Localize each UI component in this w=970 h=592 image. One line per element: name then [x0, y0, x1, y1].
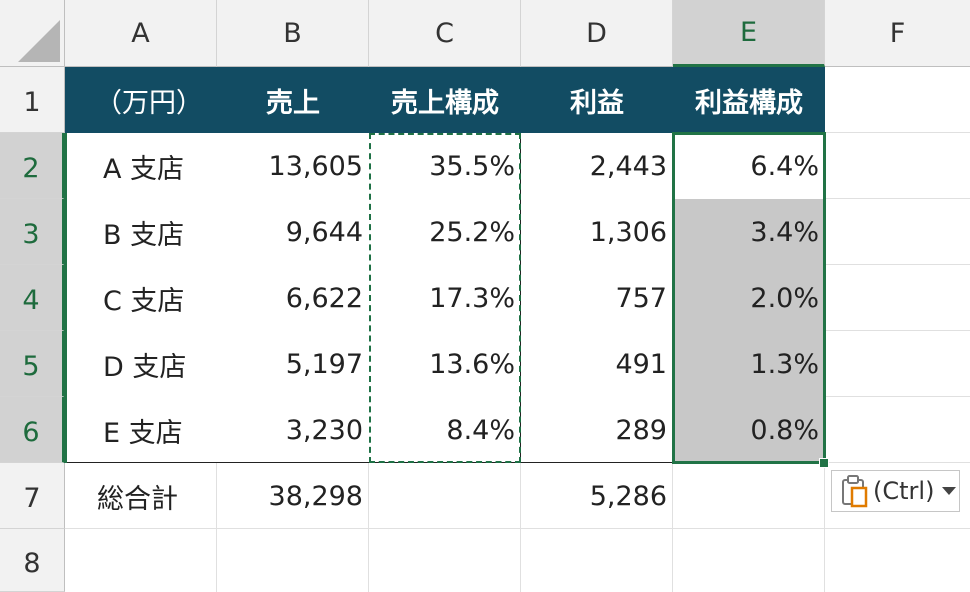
profit-value: 289 [615, 414, 667, 446]
row-header-3[interactable]: 3 [0, 199, 65, 265]
column-header-f-label: F [889, 17, 906, 49]
dropdown-arrow-icon [942, 487, 957, 495]
column-header-e[interactable]: E [673, 0, 825, 67]
paste-options-button[interactable]: (Ctrl) [831, 470, 960, 512]
row-header-3-label: 3 [22, 219, 40, 250]
column-header-a-label: A [131, 17, 150, 49]
row-header-8-label: 8 [23, 547, 41, 579]
column-header-f[interactable]: F [825, 0, 970, 67]
sales-value: 6,622 [285, 282, 363, 314]
row-header-6-label: 6 [22, 417, 40, 448]
sales-ratio-header: 売上構成 [391, 87, 499, 119]
sales-cell[interactable]: 3,230 [217, 397, 369, 463]
cell-d1[interactable]: 利益 [521, 67, 673, 133]
total-label-cell[interactable]: 総合計 [65, 463, 217, 529]
row-header-4-label: 4 [22, 285, 40, 316]
sales-value: 13,605 [268, 150, 363, 182]
row-selection-edge [64, 133, 67, 463]
branch-name-cell[interactable]: A 支店 [65, 133, 217, 199]
row-header-2-label: 2 [22, 153, 40, 184]
total-profit-value: 5,286 [589, 480, 667, 512]
total-label: 総合計 [97, 483, 178, 515]
profit-cell[interactable]: 2,443 [521, 133, 673, 199]
branch-name-cell[interactable]: B 支店 [65, 199, 217, 265]
select-all-triangle-icon [18, 20, 60, 62]
column-header-b[interactable]: B [217, 0, 369, 67]
row-header-7-label: 7 [23, 483, 41, 514]
branch-name: E 支店 [103, 417, 183, 449]
row-header-8[interactable]: 8 [0, 529, 65, 592]
profit-header: 利益 [570, 87, 624, 119]
spreadsheet-grid[interactable]: A B C D E F 1 2 3 4 5 6 7 8 （万円） 売上 売上構成… [0, 0, 970, 592]
column-header-d[interactable]: D [521, 0, 673, 67]
sales-cell[interactable]: 13,605 [217, 133, 369, 199]
profit-value: 2,443 [589, 150, 667, 182]
selection-range [672, 132, 826, 464]
branch-name-cell[interactable]: D 支店 [65, 331, 217, 397]
total-sales-cell[interactable]: 38,298 [217, 463, 369, 529]
profit-value: 757 [615, 282, 667, 314]
branch-name: C 支店 [103, 285, 185, 317]
sales-cell[interactable]: 6,622 [217, 265, 369, 331]
branch-name: B 支店 [103, 219, 185, 251]
total-sales-value: 38,298 [268, 480, 363, 512]
branch-name: A 支店 [103, 153, 185, 185]
profit-cell[interactable]: 1,306 [521, 199, 673, 265]
profit-cell[interactable]: 491 [521, 331, 673, 397]
select-all-corner[interactable] [0, 0, 65, 67]
paste-options-label: (Ctrl) [873, 477, 935, 505]
row-header-4[interactable]: 4 [0, 265, 65, 331]
fill-handle[interactable] [819, 458, 829, 468]
row-header-1-label: 1 [23, 87, 41, 118]
column-header-e-label: E [739, 16, 758, 48]
copy-marquee [369, 133, 521, 463]
profit-cell[interactable]: 289 [521, 397, 673, 463]
clipboard-icon [840, 474, 870, 508]
sales-cell[interactable]: 9,644 [217, 199, 369, 265]
profit-ratio-header: 利益構成 [695, 87, 803, 119]
profit-value: 491 [615, 348, 667, 380]
sales-cell[interactable]: 5,197 [217, 331, 369, 397]
total-profit-cell[interactable]: 5,286 [521, 463, 673, 529]
cell-b1[interactable]: 売上 [217, 67, 369, 133]
profit-value: 1,306 [589, 216, 667, 248]
column-header-b-label: B [283, 17, 302, 49]
cell-a1[interactable]: （万円） [65, 67, 217, 133]
row-header-5-label: 5 [22, 351, 40, 382]
row-header-5[interactable]: 5 [0, 331, 65, 397]
sales-value: 3,230 [285, 414, 363, 446]
sales-value: 5,197 [285, 348, 363, 380]
column-header-c[interactable]: C [369, 0, 521, 67]
profit-cell[interactable]: 757 [521, 265, 673, 331]
cell-e1[interactable]: 利益構成 [673, 67, 825, 133]
row-header-2[interactable]: 2 [0, 133, 65, 199]
row-header-7[interactable]: 7 [0, 463, 65, 529]
row-header-6[interactable]: 6 [0, 397, 65, 463]
column-header-c-label: C [435, 17, 454, 49]
sales-value: 9,644 [285, 216, 363, 248]
unit-label: （万円） [95, 87, 203, 119]
branch-name: D 支店 [103, 351, 187, 383]
sales-header: 売上 [266, 87, 320, 119]
branch-name-cell[interactable]: E 支店 [65, 397, 217, 463]
cell-c1[interactable]: 売上構成 [369, 67, 521, 133]
column-header-d-label: D [586, 17, 607, 49]
column-header-a[interactable]: A [65, 0, 217, 67]
row-header-1[interactable]: 1 [0, 67, 65, 133]
branch-name-cell[interactable]: C 支店 [65, 265, 217, 331]
